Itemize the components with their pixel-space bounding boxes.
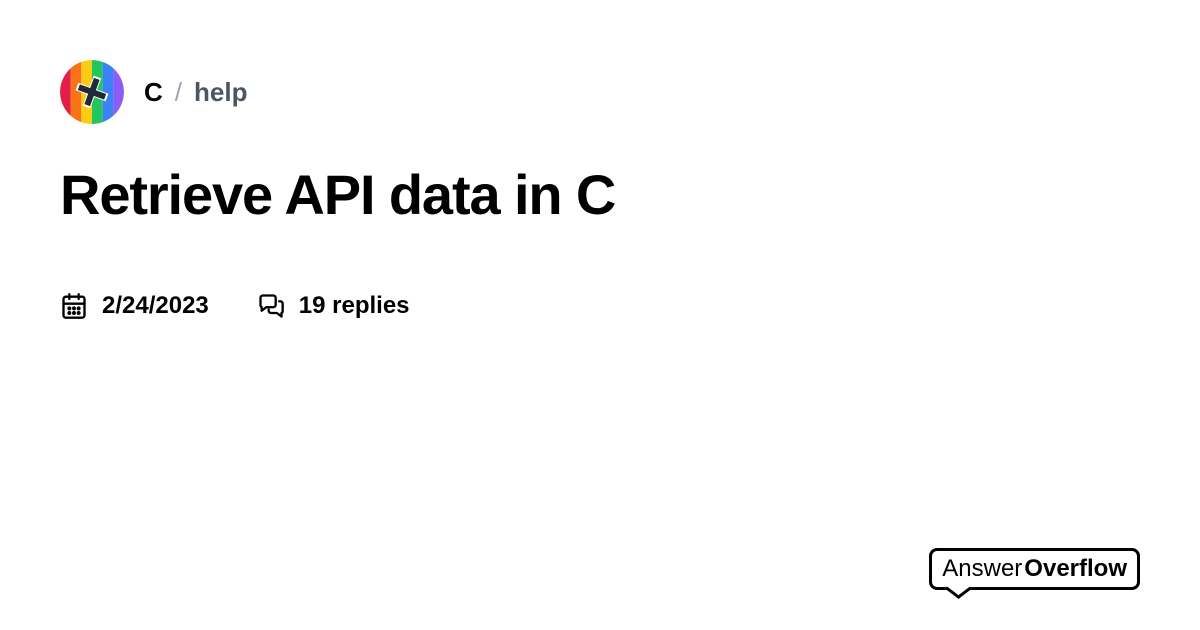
- brand-logo: AnswerOverflow: [929, 548, 1140, 590]
- replies-item: 19 replies: [257, 292, 410, 320]
- calendar-icon: [60, 292, 88, 320]
- brand-bubble: AnswerOverflow: [929, 548, 1140, 590]
- server-name: C: [144, 77, 163, 108]
- post-meta: 2/24/2023 19 replies: [60, 292, 1140, 320]
- post-title: Retrieve API data in C: [60, 164, 1140, 226]
- date-item: 2/24/2023: [60, 292, 209, 320]
- brand-text-2: Overflow: [1024, 555, 1127, 583]
- post-date: 2/24/2023: [102, 292, 209, 320]
- replies-count: 19 replies: [299, 292, 410, 320]
- brand-text-1: Answer: [942, 555, 1022, 583]
- header-row: C / help: [60, 60, 1140, 124]
- server-avatar-icon: [60, 60, 124, 124]
- server-avatar: [60, 60, 124, 124]
- breadcrumb: C / help: [144, 77, 247, 108]
- channel-name: help: [194, 77, 247, 108]
- breadcrumb-separator: /: [175, 77, 182, 108]
- replies-icon: [257, 292, 285, 320]
